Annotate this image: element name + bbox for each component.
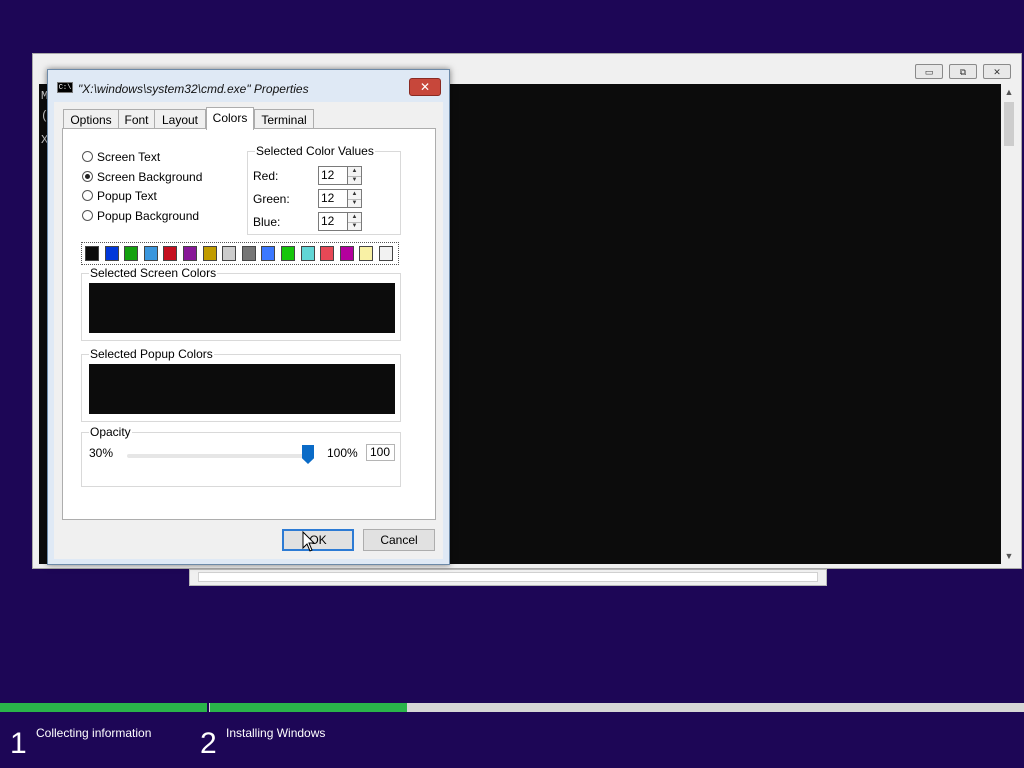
color-swatch[interactable]	[143, 246, 158, 261]
spin-down-icon[interactable]: ▼	[348, 199, 361, 208]
color-swatch[interactable]	[320, 246, 335, 261]
screen-colors-group: Selected Screen Colors	[81, 266, 401, 341]
mouse-cursor-icon	[302, 531, 316, 552]
red-label: Red:	[253, 169, 279, 183]
dialog-close-button[interactable]: ✕	[409, 78, 441, 96]
step-number: 2	[200, 727, 217, 760]
color-swatch[interactable]	[104, 246, 119, 261]
setup-window-edge	[189, 569, 827, 586]
color-swatch[interactable]	[222, 246, 237, 261]
tab-options[interactable]: Options	[63, 109, 119, 129]
colors-panel: Screen Text Screen Background Popup Text…	[62, 128, 436, 520]
green-spinner[interactable]: ▲ ▼	[348, 189, 362, 208]
color-swatch[interactable]	[261, 246, 276, 261]
radio-popup-background[interactable]: Popup Background	[82, 208, 199, 224]
popup-colors-group: Selected Popup Colors	[81, 347, 401, 422]
spin-down-icon[interactable]: ▼	[348, 176, 361, 185]
maximize-button[interactable]: ⧉	[949, 64, 977, 79]
opacity-value-field[interactable]: 100	[366, 444, 395, 461]
color-swatch[interactable]	[359, 246, 374, 261]
screen-colors-title: Selected Screen Colors	[89, 266, 218, 280]
color-values-group: Selected Color Values Red: 12 ▲ ▼ Green:…	[247, 144, 401, 235]
opacity-title: Opacity	[89, 425, 132, 439]
properties-dialog: C:\ "X:\windows\system32\cmd.exe" Proper…	[47, 69, 450, 565]
ok-button[interactable]: OK	[282, 529, 354, 551]
color-swatch[interactable]	[379, 246, 393, 261]
color-swatch[interactable]	[183, 246, 197, 261]
screen-colors-preview	[89, 283, 395, 333]
color-swatch[interactable]	[124, 246, 139, 261]
radio-unchecked-icon[interactable]	[82, 190, 93, 202]
radio-unchecked-icon[interactable]	[82, 210, 93, 222]
opacity-slider-track[interactable]	[127, 454, 307, 458]
radio-screen-text[interactable]: Screen Text	[82, 149, 160, 165]
radio-popup-text[interactable]: Popup Text	[82, 188, 157, 204]
tab-colors[interactable]: Colors	[206, 107, 254, 130]
color-swatch[interactable]	[300, 246, 315, 261]
red-input[interactable]: 12	[318, 166, 348, 185]
spin-down-icon[interactable]: ▼	[348, 222, 361, 231]
radio-label: Screen Text	[97, 150, 161, 164]
radio-label: Screen Background	[97, 170, 203, 184]
scroll-down-icon[interactable]: ▼	[1001, 548, 1017, 564]
dialog-titlebar[interactable]: C:\ "X:\windows\system32\cmd.exe" Proper…	[48, 70, 449, 102]
cmd-app-icon: C:\	[57, 82, 73, 93]
color-swatch[interactable]	[281, 246, 295, 261]
opacity-slider-thumb[interactable]	[302, 445, 314, 464]
tab-font[interactable]: Font	[118, 109, 155, 129]
step-label: Installing Windows	[226, 726, 326, 740]
close-button[interactable]: ✕	[983, 64, 1011, 79]
setup-progress-bar	[0, 703, 1024, 712]
color-swatch[interactable]	[339, 246, 354, 261]
dialog-body: Options Font Layout Colors Terminal Scre…	[54, 102, 443, 559]
scroll-thumb[interactable]	[1004, 102, 1014, 146]
step-label: Collecting information	[36, 726, 152, 740]
tab-terminal[interactable]: Terminal	[254, 109, 314, 129]
color-swatch[interactable]	[241, 246, 256, 261]
radio-label: Popup Background	[97, 209, 200, 223]
color-swatch[interactable]	[163, 246, 178, 261]
blue-spinner[interactable]: ▲ ▼	[348, 212, 362, 231]
vertical-scrollbar[interactable]: ▲ ▼	[1001, 84, 1017, 564]
popup-colors-title: Selected Popup Colors	[89, 347, 214, 361]
progress-divider	[207, 703, 209, 712]
progress-segment-1	[0, 703, 207, 712]
setup-window-inner	[198, 572, 818, 582]
radio-label: Popup Text	[97, 189, 157, 203]
color-values-title: Selected Color Values	[255, 144, 375, 158]
radio-unchecked-icon[interactable]	[82, 151, 93, 163]
cancel-button[interactable]: Cancel	[363, 529, 435, 551]
opacity-max-label: 100%	[327, 446, 358, 460]
opacity-group: Opacity 30% 100% 100	[81, 425, 401, 487]
color-swatch[interactable]	[85, 246, 99, 261]
minimize-button[interactable]: ▭	[915, 64, 943, 79]
color-swatch[interactable]	[202, 246, 217, 261]
dialog-title: "X:\windows\system32\cmd.exe" Properties	[78, 82, 309, 96]
blue-input[interactable]: 12	[318, 212, 348, 231]
tab-layout[interactable]: Layout	[154, 109, 206, 129]
color-palette	[81, 242, 399, 265]
green-input[interactable]: 12	[318, 189, 348, 208]
green-label: Green:	[253, 192, 290, 206]
red-spinner[interactable]: ▲ ▼	[348, 166, 362, 185]
opacity-min-label: 30%	[89, 446, 114, 460]
popup-colors-preview	[89, 364, 395, 414]
step-number: 1	[10, 727, 27, 760]
blue-label: Blue:	[253, 215, 281, 229]
progress-segment-2	[210, 703, 407, 712]
scroll-up-icon[interactable]: ▲	[1001, 84, 1017, 100]
radio-screen-background[interactable]: Screen Background	[82, 169, 202, 185]
radio-checked-icon[interactable]	[82, 171, 93, 183]
